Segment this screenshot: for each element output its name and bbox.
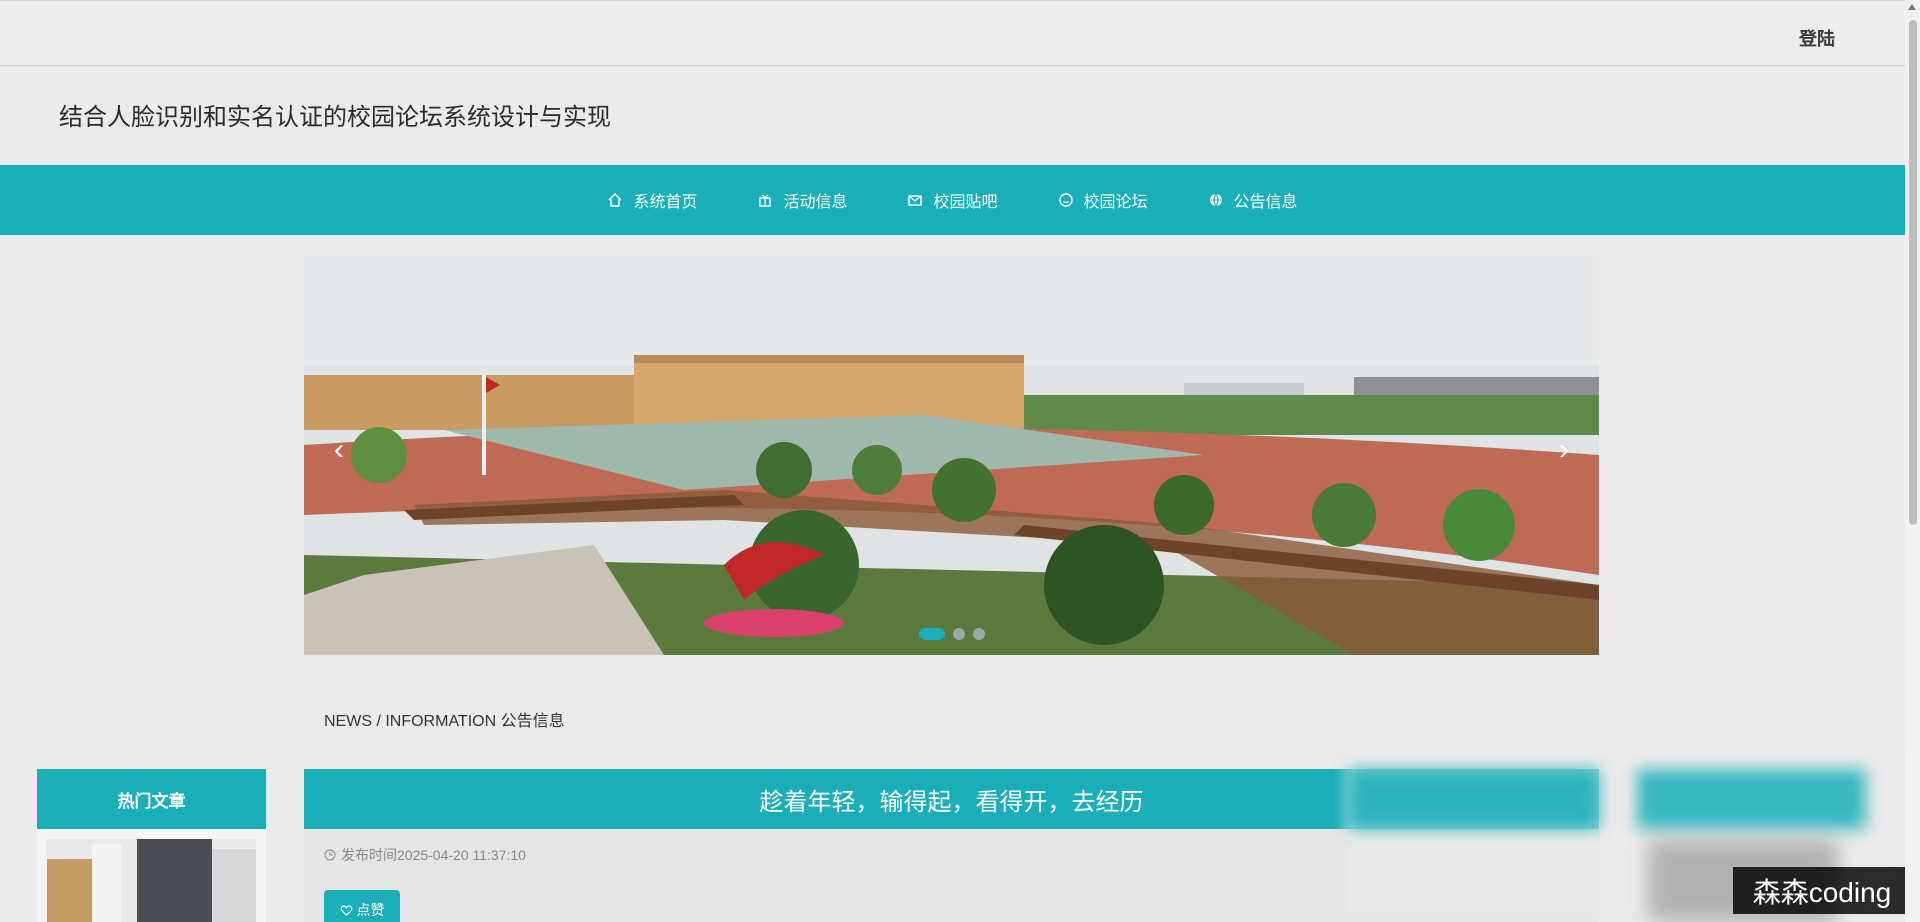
- nav-item-notices[interactable]: 公告信息: [1208, 188, 1298, 212]
- main-nav: 系统首页 活动信息 校园贴吧 校园论坛 公告信息: [0, 165, 1905, 235]
- section-label: NEWS / INFORMATION 公告信息: [324, 713, 565, 730]
- scroll-up-arrow-icon[interactable]: [1908, 4, 1916, 10]
- campus-photo: [304, 255, 1599, 655]
- blurred-panel-header: [1349, 769, 1599, 829]
- gift-icon: [759, 194, 772, 207]
- carousel-prev-button[interactable]: ‹: [334, 433, 344, 467]
- top-bar: 登陆: [0, 0, 1905, 66]
- nav-label: 活动信息: [783, 194, 848, 211]
- carousel-dot-2[interactable]: [952, 628, 965, 640]
- hot-articles-panel: 热门文章: [37, 769, 266, 922]
- nav-item-home[interactable]: 系统首页: [607, 188, 697, 212]
- home-icon: [608, 193, 622, 207]
- nav-label: 系统首页: [633, 194, 698, 211]
- carousel-dot-1[interactable]: [918, 628, 945, 640]
- mail-icon: [908, 195, 923, 206]
- clock-icon: [324, 849, 336, 861]
- carousel-dot-3[interactable]: [972, 628, 985, 640]
- nav-label: 校园贴吧: [933, 194, 998, 211]
- like-label: 点赞: [356, 902, 385, 918]
- publish-time-text: 发布时间2025-04-20 11:37:10: [341, 847, 526, 863]
- carousel-next-button[interactable]: ›: [1559, 433, 1569, 467]
- blurred-panel-header: [1637, 769, 1866, 829]
- like-button[interactable]: 点赞: [324, 890, 400, 922]
- scroll-thumb[interactable]: [1909, 20, 1917, 525]
- publish-time: 发布时间2025-04-20 11:37:10: [324, 845, 526, 865]
- banner-carousel[interactable]: ‹ ›: [304, 255, 1599, 655]
- globe-icon: [1209, 193, 1222, 207]
- nav-item-activities[interactable]: 活动信息: [757, 188, 847, 212]
- carousel-indicators: [304, 628, 1599, 640]
- page-scrollbar[interactable]: [1905, 0, 1920, 922]
- heart-icon: [340, 904, 352, 916]
- watermark: 森森coding: [1733, 867, 1911, 914]
- login-link[interactable]: 登陆: [1799, 25, 1835, 51]
- nav-item-campus-bar[interactable]: 校园贴吧: [907, 188, 998, 212]
- hot-article-thumbnail[interactable]: [47, 839, 256, 922]
- site-title: 结合人脸识别和实名认证的校园论坛系统设计与实现: [59, 104, 611, 131]
- smile-icon: [1058, 193, 1073, 207]
- nav-label: 校园论坛: [1083, 194, 1148, 211]
- hot-articles-title: 热门文章: [37, 769, 266, 829]
- nav-item-forum[interactable]: 校园论坛: [1058, 188, 1148, 212]
- nav-label: 公告信息: [1233, 194, 1298, 211]
